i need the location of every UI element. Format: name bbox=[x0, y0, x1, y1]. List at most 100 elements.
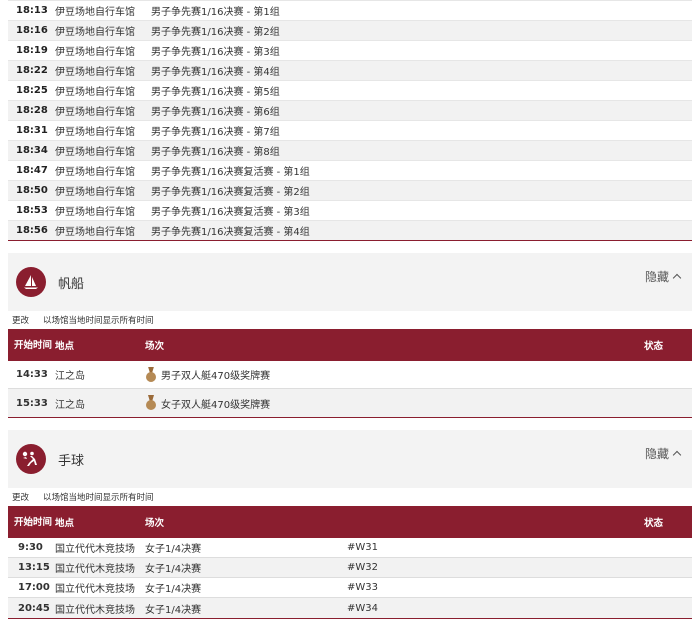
match-code: #W32 bbox=[347, 562, 378, 573]
table-row[interactable]: 15:33 江之岛 女子双人艇470级奖牌赛 bbox=[8, 389, 692, 417]
event-name: 女子双人艇470级奖牌赛 bbox=[161, 399, 271, 411]
venue: 伊豆场地自行车馆 bbox=[55, 167, 135, 178]
event-name: 男子争先赛1/16决赛 - 第6组 bbox=[151, 107, 280, 118]
chevron-up-icon bbox=[672, 450, 682, 460]
start-time: 18:47 bbox=[16, 165, 48, 176]
event-name: 男子争先赛1/16决赛复活赛 - 第1组 bbox=[151, 167, 310, 178]
venue: 伊豆场地自行车馆 bbox=[55, 227, 135, 238]
venue: 国立代代木竞技场 bbox=[55, 564, 135, 575]
venue: 国立代代木竞技场 bbox=[55, 604, 135, 616]
start-time: 9:30 bbox=[18, 542, 43, 553]
schedule-page: 18:13 伊豆场地自行车馆 男子争先赛1/16决赛 - 第1组 18:16 伊豆场地… bbox=[8, 0, 692, 619]
event-name: 男子争先赛1/16决赛复活赛 - 第2组 bbox=[151, 187, 310, 198]
timezone-note-bar: 更改 以场馆当地时间显示所有时间 bbox=[8, 311, 692, 329]
venue: 伊豆场地自行车馆 bbox=[55, 27, 135, 38]
timezone-note: 以场馆当地时间显示所有时间 bbox=[43, 493, 154, 503]
match-code: #W34 bbox=[347, 602, 378, 614]
venue: 伊豆场地自行车馆 bbox=[55, 7, 135, 18]
table-row[interactable]: 18:50 伊豆场地自行车馆 男子争先赛1/16决赛复活赛 - 第2组 bbox=[8, 181, 692, 201]
sport-title: 手球 bbox=[58, 453, 85, 469]
change-timezone-link[interactable]: 更改 bbox=[12, 314, 29, 326]
hide-toggle-button[interactable]: 隐藏 bbox=[645, 268, 682, 285]
start-time: 14:33 bbox=[16, 369, 48, 380]
start-time: 18:22 bbox=[16, 65, 48, 76]
table-row[interactable]: 18:34 伊豆场地自行车馆 男子争先赛1/16决赛 - 第8组 bbox=[8, 141, 692, 161]
medal-icon bbox=[145, 395, 157, 411]
match-code: #W31 bbox=[347, 542, 378, 553]
hide-toggle-button[interactable]: 隐藏 bbox=[644, 445, 682, 462]
event-cell: 男子双人艇470级奖牌赛 bbox=[142, 367, 692, 383]
venue: 江之岛 bbox=[55, 371, 85, 382]
venue: 伊豆场地自行车馆 bbox=[55, 187, 135, 198]
table-row[interactable]: 9:30 国立代代木竞技场 女子1/4决赛 #W31 bbox=[8, 538, 692, 558]
cycling-schedule-table: 18:13 伊豆场地自行车馆 男子争先赛1/16决赛 - 第1组 18:16 伊豆场地… bbox=[8, 0, 692, 241]
event-name: 女子1/4决赛 bbox=[145, 564, 202, 575]
match-code: #W33 bbox=[347, 582, 378, 593]
sailboat-icon bbox=[16, 267, 46, 297]
table-row[interactable]: 18:56 伊豆场地自行车馆 男子争先赛1/16决赛复活赛 - 第4组 bbox=[8, 221, 692, 241]
chevron-up-icon bbox=[672, 273, 682, 283]
event-name: 男子争先赛1/16决赛 - 第4组 bbox=[151, 67, 280, 78]
table-row[interactable]: 18:19 伊豆场地自行车馆 男子争先赛1/16决赛 - 第3组 bbox=[8, 41, 692, 61]
hide-label: 隐藏 bbox=[644, 447, 669, 461]
table-row[interactable]: 18:13 伊豆场地自行车馆 男子争先赛1/16决赛 - 第1组 bbox=[8, 1, 692, 21]
table-row[interactable]: 20:45 国立代代木竞技场 女子1/4决赛 #W34 bbox=[8, 598, 692, 618]
start-time: 18:31 bbox=[16, 125, 48, 136]
start-time: 17:00 bbox=[18, 582, 50, 593]
start-time: 18:16 bbox=[16, 25, 48, 36]
col-event: 场次 bbox=[145, 518, 165, 529]
venue: 伊豆场地自行车馆 bbox=[55, 127, 135, 138]
venue: 国立代代木竞技场 bbox=[55, 584, 135, 595]
event-name: 女子1/4决赛 bbox=[145, 584, 202, 595]
event-name: 男子争先赛1/16决赛 - 第7组 bbox=[151, 127, 280, 138]
start-time: 18:34 bbox=[16, 145, 48, 156]
table-row[interactable]: 18:16 伊豆场地自行车馆 男子争先赛1/16决赛 - 第2组 bbox=[8, 21, 692, 41]
table-row[interactable]: 18:25 伊豆场地自行车馆 男子争先赛1/16决赛 - 第5组 bbox=[8, 81, 692, 101]
table-row[interactable]: 18:53 伊豆场地自行车馆 男子争先赛1/16决赛复活赛 - 第3组 bbox=[8, 201, 692, 221]
table-row[interactable]: 18:28 伊豆场地自行车馆 男子争先赛1/16决赛 - 第6组 bbox=[8, 101, 692, 121]
venue: 江之岛 bbox=[55, 399, 85, 411]
event-name: 男子争先赛1/16决赛 - 第8组 bbox=[151, 147, 280, 158]
handball-schedule-table: 9:30 国立代代木竞技场 女子1/4决赛 #W31 13:15 国立代代木竞技场 女子1… bbox=[8, 538, 692, 619]
start-time: 18:50 bbox=[16, 185, 48, 196]
table-row[interactable]: 18:31 伊豆场地自行车馆 男子争先赛1/16决赛 - 第7组 bbox=[8, 121, 692, 141]
table-row[interactable]: 18:47 伊豆场地自行车馆 男子争先赛1/16决赛复活赛 - 第1组 bbox=[8, 161, 692, 181]
event-name: 男子争先赛1/16决赛复活赛 - 第3组 bbox=[151, 207, 310, 218]
venue: 伊豆场地自行车馆 bbox=[55, 87, 135, 98]
handball-icon bbox=[16, 444, 46, 474]
start-time: 18:19 bbox=[16, 45, 48, 56]
event-name: 男子争先赛1/16决赛 - 第5组 bbox=[151, 87, 280, 98]
start-time: 18:13 bbox=[16, 5, 48, 16]
venue: 伊豆场地自行车馆 bbox=[55, 207, 135, 218]
timezone-note-bar: 更改 以场馆当地时间显示所有时间 bbox=[8, 488, 692, 506]
start-time: 18:28 bbox=[16, 105, 48, 116]
table-row[interactable]: 18:22 伊豆场地自行车馆 男子争先赛1/16决赛 - 第4组 bbox=[8, 61, 692, 81]
timezone-note: 以场馆当地时间显示所有时间 bbox=[43, 316, 154, 326]
col-status: 状态 bbox=[644, 518, 664, 529]
table-row[interactable]: 17:00 国立代代木竞技场 女子1/4决赛 #W33 bbox=[8, 578, 692, 598]
change-timezone-link[interactable]: 更改 bbox=[12, 491, 29, 503]
col-start-time: 开始时间 bbox=[14, 339, 53, 351]
venue: 伊豆场地自行车馆 bbox=[55, 67, 135, 78]
venue: 伊豆场地自行车馆 bbox=[55, 47, 135, 58]
col-status: 状态 bbox=[644, 341, 664, 352]
col-start-time: 开始时间 bbox=[14, 516, 53, 528]
sailing-table-header: 开始时间 地点 场次 状态 bbox=[8, 329, 692, 361]
event-name: 男子双人艇470级奖牌赛 bbox=[161, 371, 271, 382]
table-row[interactable]: 14:33 江之岛 男子双人艇470级奖牌赛 bbox=[8, 361, 692, 389]
start-time: 18:56 bbox=[16, 225, 48, 236]
event-name: 女子1/4决赛 bbox=[145, 544, 202, 555]
event-name: 男子争先赛1/16决赛 - 第2组 bbox=[151, 27, 280, 38]
sailing-schedule-table: 14:33 江之岛 男子双人艇470级奖牌赛 15:33 江之岛 女子双人艇47… bbox=[8, 361, 692, 418]
sailing-section-header: 帆船 隐藏 bbox=[8, 253, 692, 311]
start-time: 18:25 bbox=[16, 85, 48, 96]
venue: 伊豆场地自行车馆 bbox=[55, 147, 135, 158]
handball-section-header: 手球 隐藏 bbox=[8, 430, 692, 488]
event-name: 男子争先赛1/16决赛 - 第3组 bbox=[151, 47, 280, 58]
event-name: 女子1/4决赛 bbox=[145, 604, 202, 616]
col-venue: 地点 bbox=[55, 518, 75, 529]
table-row[interactable]: 13:15 国立代代木竞技场 女子1/4决赛 #W32 bbox=[8, 558, 692, 578]
event-cell: 女子双人艇470级奖牌赛 bbox=[142, 395, 692, 411]
handball-table-header: 开始时间 地点 场次 状态 bbox=[8, 506, 692, 538]
col-event: 场次 bbox=[145, 341, 165, 352]
